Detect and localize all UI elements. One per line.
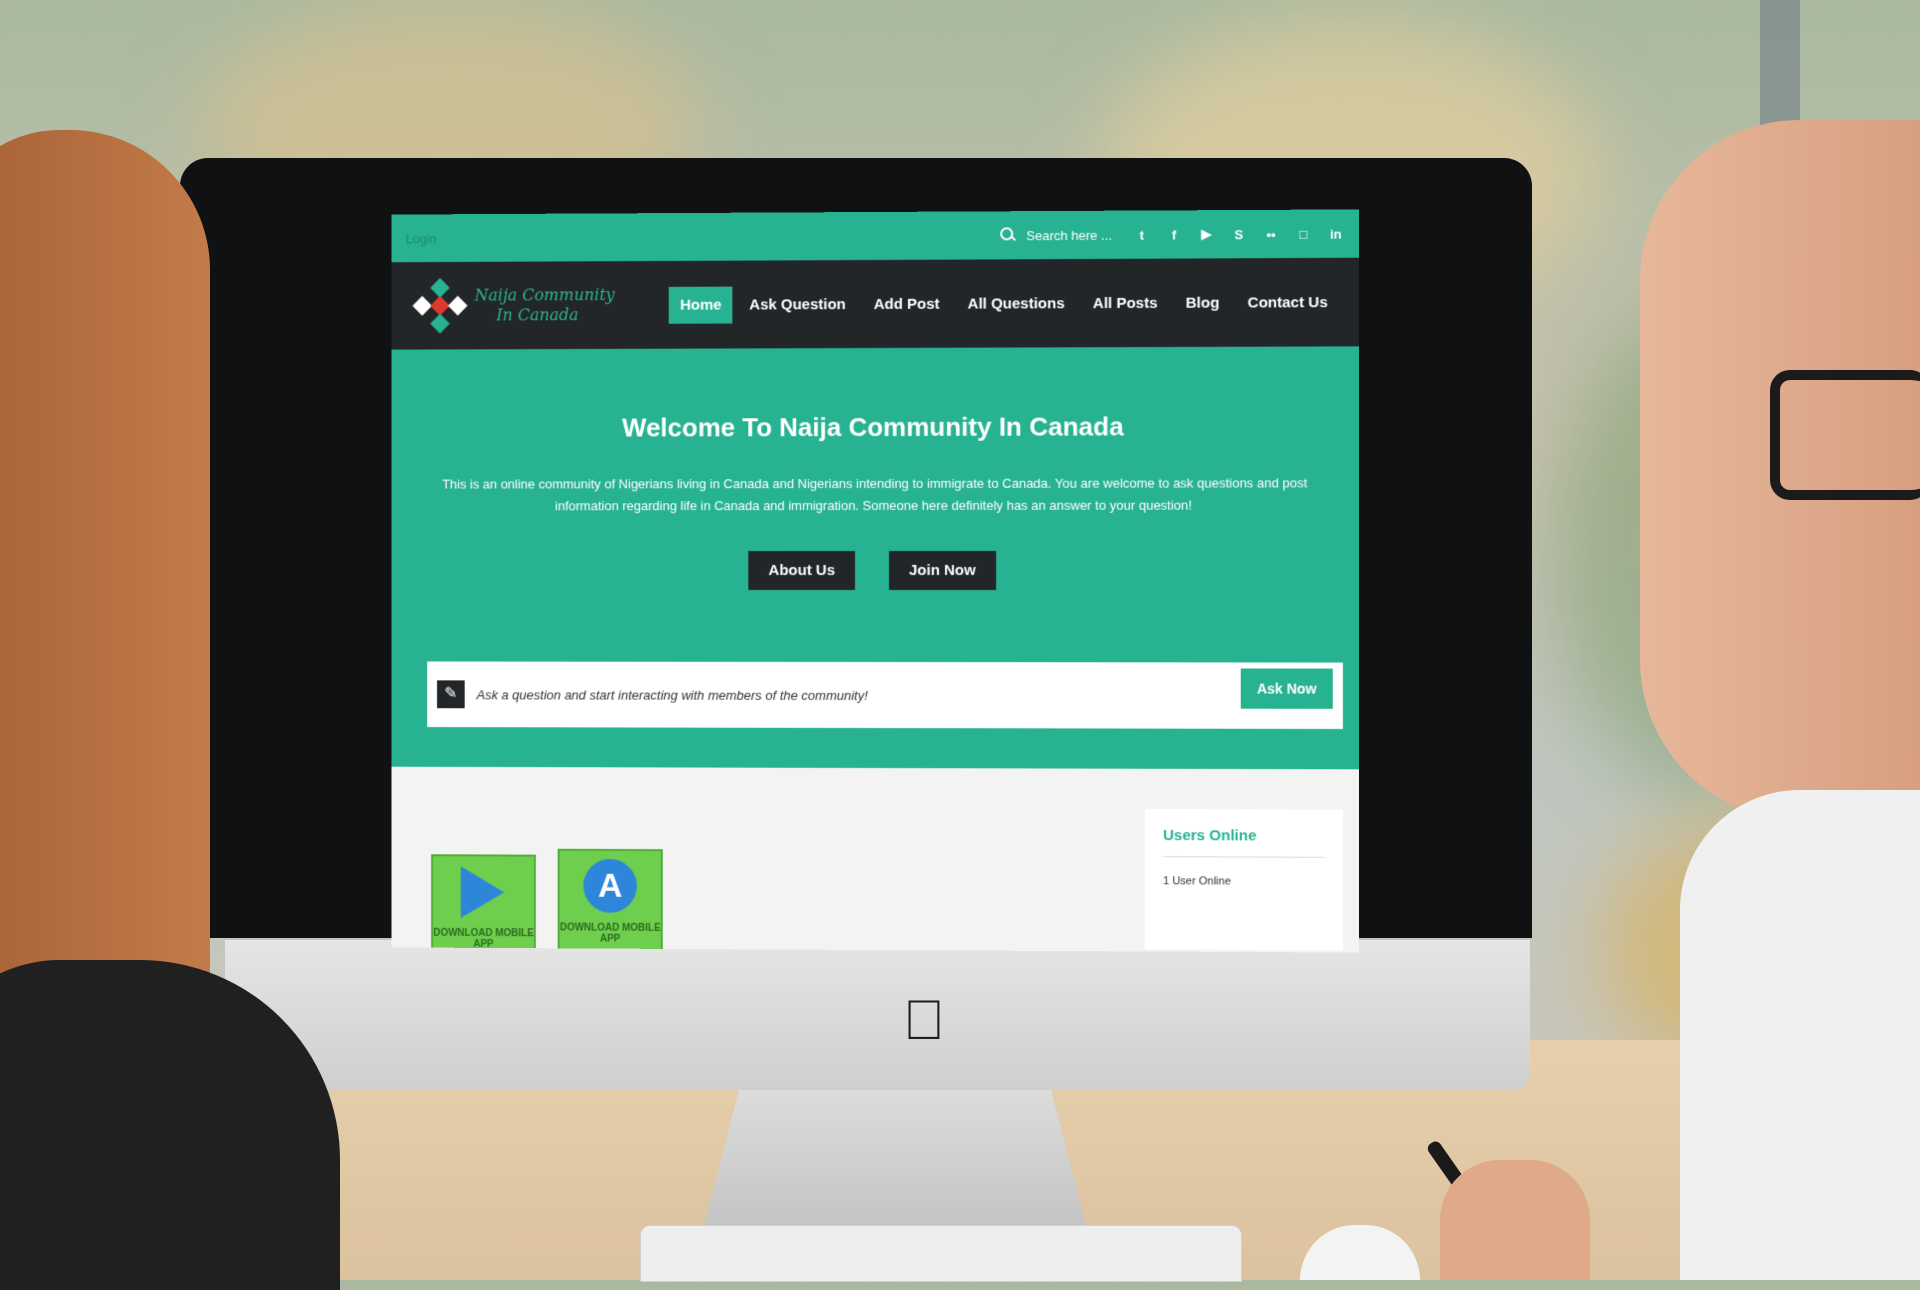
hero-section: Welcome To Naija Community In Canada Thi… — [391, 346, 1360, 770]
join-now-button[interactable]: Join Now — [888, 550, 996, 591]
person-right-hand — [1440, 1160, 1590, 1280]
facebook-icon[interactable]: f — [1165, 227, 1183, 242]
linkedin-icon[interactable]: in — [1327, 226, 1345, 241]
logo-line-2: In Canada — [496, 305, 579, 325]
users-online-widget: Users Online 1 User Online — [1144, 808, 1343, 951]
instagram-icon[interactable]: □ — [1294, 226, 1312, 241]
app-store-icon: A — [583, 858, 637, 913]
users-online-title: Users Online — [1163, 827, 1325, 858]
site-logo[interactable]: Naija Community In Canada — [411, 276, 615, 335]
about-us-button[interactable]: About Us — [748, 551, 856, 590]
flickr-icon[interactable]: •• — [1262, 226, 1280, 241]
users-online-count: 1 User Online — [1163, 875, 1231, 888]
logo-line-1: Naija Community — [474, 285, 615, 305]
main-navbar: Naija Community In Canada Home Ask Quest… — [391, 257, 1360, 350]
keyboard — [640, 1225, 1242, 1282]
logo-mark-icon — [411, 277, 468, 335]
logo-text: Naija Community In Canada — [475, 285, 615, 325]
twitter-icon[interactable]: t — [1133, 227, 1151, 242]
login-link[interactable]: Login — [405, 231, 436, 246]
app-store-badge[interactable]: A DOWNLOAD MOBILE APP — [557, 848, 663, 953]
nav-menu: Home Ask Question Add Post All Questions… — [669, 283, 1339, 324]
pencil-icon: ✎ — [437, 680, 465, 709]
search-input[interactable] — [1024, 226, 1119, 244]
youtube-icon[interactable]: ▶ — [1197, 226, 1215, 242]
main-content: DOWNLOAD MOBILE APP A DOWNLOAD MOBILE AP… — [392, 767, 1359, 953]
nav-ask-question[interactable]: Ask Question — [738, 286, 856, 323]
search-box — [1000, 226, 1119, 244]
nav-all-questions[interactable]: All Questions — [957, 285, 1076, 323]
nav-add-post[interactable]: Add Post — [863, 285, 951, 322]
skype-icon[interactable]: S — [1230, 227, 1248, 242]
appstore-badge-caption: DOWNLOAD MOBILE APP — [559, 922, 661, 945]
apple-logo-icon:  — [898, 990, 950, 1050]
google-play-icon — [460, 866, 505, 919]
hero-text: This is an online community of Nigerians… — [442, 475, 1308, 514]
nav-contact-us[interactable]: Contact Us — [1237, 283, 1339, 321]
ask-question-bar[interactable]: ✎ Ask a question and start interacting w… — [427, 661, 1343, 730]
hero-title: Welcome To Naija Community In Canada — [622, 411, 1124, 443]
top-bar-right: t f ▶ S •• □ in — [1000, 225, 1345, 244]
nav-blog[interactable]: Blog — [1175, 284, 1231, 321]
search-icon[interactable] — [1000, 227, 1016, 243]
play-badge-caption: DOWNLOAD MOBILE APP — [433, 927, 534, 950]
glasses — [1770, 370, 1920, 500]
hero-buttons: About Us Join Now — [392, 550, 1359, 591]
nav-all-posts[interactable]: All Posts — [1082, 284, 1169, 321]
top-bar: Login t f ▶ S •• □ in — [391, 209, 1360, 263]
ask-question-prompt[interactable]: Ask a question and start interacting wit… — [477, 687, 868, 703]
nav-home[interactable]: Home — [669, 286, 733, 324]
monitor-chin — [225, 940, 1530, 1090]
person-right-shirt — [1680, 790, 1920, 1280]
google-play-badge[interactable]: DOWNLOAD MOBILE APP — [431, 854, 536, 953]
website-screen: Login t f ▶ S •• □ in Naija Community In… — [391, 209, 1360, 953]
ask-now-button[interactable]: Ask Now — [1240, 668, 1333, 709]
monitor-stand — [700, 1090, 1090, 1240]
